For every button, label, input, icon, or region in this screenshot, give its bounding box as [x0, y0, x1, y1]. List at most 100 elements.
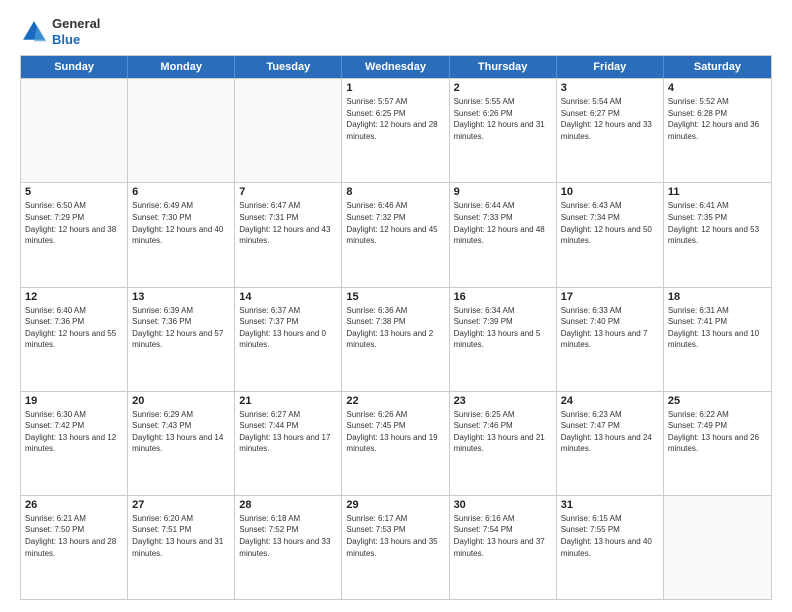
calendar-cell — [664, 496, 771, 599]
day-number: 11 — [668, 186, 767, 198]
calendar-cell — [235, 79, 342, 182]
day-info: Sunrise: 6:27 AMSunset: 7:44 PMDaylight:… — [239, 409, 337, 455]
calendar-cell: 10 Sunrise: 6:43 AMSunset: 7:34 PMDayligh… — [557, 183, 664, 286]
day-number: 18 — [668, 291, 767, 303]
day-number: 20 — [132, 395, 230, 407]
calendar-cell: 30Sunrise: 6:16 AMSunset: 7:54 PMDayligh… — [450, 496, 557, 599]
calendar-header: SundayMondayTuesdayWednesdayThursdayFrid… — [21, 56, 771, 78]
day-number: 10 — [561, 186, 659, 198]
calendar-row: 12 Sunrise: 6:40 AMSunset: 7:36 PMDayligh… — [21, 287, 771, 391]
calendar-cell: 20Sunrise: 6:29 AMSunset: 7:43 PMDayligh… — [128, 392, 235, 495]
day-info: Sunrise: 6:17 AMSunset: 7:53 PMDaylight:… — [346, 513, 444, 559]
day-info: Sunrise: 6:23 AMSunset: 7:47 PMDaylight:… — [561, 409, 659, 455]
day-number: 9 — [454, 186, 552, 198]
day-info: Sunrise: 6:16 AMSunset: 7:54 PMDaylight:… — [454, 513, 552, 559]
calendar-cell: 5Sunrise: 6:50 AMSunset: 7:29 PMDaylight… — [21, 183, 128, 286]
calendar-row: 5Sunrise: 6:50 AMSunset: 7:29 PMDaylight… — [21, 182, 771, 286]
calendar-cell: 31Sunrise: 6:15 AMSunset: 7:55 PMDayligh… — [557, 496, 664, 599]
calendar-cell: 7 Sunrise: 6:47 AMSunset: 7:31 PMDaylight… — [235, 183, 342, 286]
day-info: Sunrise: 6:25 AMSunset: 7:46 PMDaylight:… — [454, 409, 552, 455]
calendar-cell: 13 Sunrise: 6:39 AMSunset: 7:36 PMDayligh… — [128, 288, 235, 391]
day-info: Sunrise: 6:46 AMSunset: 7:32 PMDaylight:… — [346, 200, 444, 246]
day-info: Sunrise: 6:41 AMSunset: 7:35 PMDaylight:… — [668, 200, 767, 246]
day-info: Sunrise: 5:55 AMSunset: 6:26 PMDaylight:… — [454, 96, 552, 142]
weekday-header: Saturday — [664, 56, 771, 78]
calendar-cell: 28Sunrise: 6:18 AMSunset: 7:52 PMDayligh… — [235, 496, 342, 599]
calendar-cell: 17 Sunrise: 6:33 AMSunset: 7:40 PMDayligh… — [557, 288, 664, 391]
calendar-cell: 25 Sunrise: 6:22 AMSunset: 7:49 PMDayligh… — [664, 392, 771, 495]
calendar-cell: 18Sunrise: 6:31 AMSunset: 7:41 PMDayligh… — [664, 288, 771, 391]
calendar-cell: 3 Sunrise: 5:54 AMSunset: 6:27 PMDaylight… — [557, 79, 664, 182]
day-number: 21 — [239, 395, 337, 407]
day-info: Sunrise: 6:43 AMSunset: 7:34 PMDaylight:… — [561, 200, 659, 246]
calendar-cell: 9 Sunrise: 6:44 AMSunset: 7:33 PMDaylight… — [450, 183, 557, 286]
day-info: Sunrise: 6:47 AMSunset: 7:31 PMDaylight:… — [239, 200, 337, 246]
page: General Blue SundayMondayTuesdayWednesda… — [0, 0, 792, 612]
calendar-cell: 19Sunrise: 6:30 AMSunset: 7:42 PMDayligh… — [21, 392, 128, 495]
day-number: 29 — [346, 499, 444, 511]
day-info: Sunrise: 6:39 AMSunset: 7:36 PMDaylight:… — [132, 305, 230, 351]
calendar-row: 19Sunrise: 6:30 AMSunset: 7:42 PMDayligh… — [21, 391, 771, 495]
calendar-cell: 26Sunrise: 6:21 AMSunset: 7:50 PMDayligh… — [21, 496, 128, 599]
day-info: Sunrise: 6:22 AMSunset: 7:49 PMDaylight:… — [668, 409, 767, 455]
day-number: 6 — [132, 186, 230, 198]
calendar-cell: 11 Sunrise: 6:41 AMSunset: 7:35 PMDayligh… — [664, 183, 771, 286]
day-number: 31 — [561, 499, 659, 511]
day-number: 2 — [454, 82, 552, 94]
weekday-header: Wednesday — [342, 56, 449, 78]
logo-icon — [20, 18, 48, 46]
calendar-body: 1Sunrise: 5:57 AMSunset: 6:25 PMDaylight… — [21, 78, 771, 599]
day-number: 13 — [132, 291, 230, 303]
calendar-cell: 4 Sunrise: 5:52 AMSunset: 6:28 PMDaylight… — [664, 79, 771, 182]
day-number: 8 — [346, 186, 444, 198]
calendar: SundayMondayTuesdayWednesdayThursdayFrid… — [20, 55, 772, 600]
calendar-cell: 23 Sunrise: 6:25 AMSunset: 7:46 PMDayligh… — [450, 392, 557, 495]
day-info: Sunrise: 6:49 AMSunset: 7:30 PMDaylight:… — [132, 200, 230, 246]
day-info: Sunrise: 6:40 AMSunset: 7:36 PMDaylight:… — [25, 305, 123, 351]
calendar-cell: 2 Sunrise: 5:55 AMSunset: 6:26 PMDaylight… — [450, 79, 557, 182]
day-info: Sunrise: 6:26 AMSunset: 7:45 PMDaylight:… — [346, 409, 444, 455]
day-info: Sunrise: 6:33 AMSunset: 7:40 PMDaylight:… — [561, 305, 659, 351]
day-number: 4 — [668, 82, 767, 94]
weekday-header: Friday — [557, 56, 664, 78]
day-info: Sunrise: 5:54 AMSunset: 6:27 PMDaylight:… — [561, 96, 659, 142]
day-info: Sunrise: 5:52 AMSunset: 6:28 PMDaylight:… — [668, 96, 767, 142]
calendar-cell: 6 Sunrise: 6:49 AMSunset: 7:30 PMDaylight… — [128, 183, 235, 286]
calendar-cell: 22 Sunrise: 6:26 AMSunset: 7:45 PMDayligh… — [342, 392, 449, 495]
day-number: 14 — [239, 291, 337, 303]
day-number: 22 — [346, 395, 444, 407]
calendar-cell: 16Sunrise: 6:34 AMSunset: 7:39 PMDayligh… — [450, 288, 557, 391]
calendar-cell: 27 Sunrise: 6:20 AMSunset: 7:51 PMDayligh… — [128, 496, 235, 599]
logo: General Blue — [20, 16, 100, 47]
day-number: 16 — [454, 291, 552, 303]
calendar-cell: 14Sunrise: 6:37 AMSunset: 7:37 PMDayligh… — [235, 288, 342, 391]
logo-text: General Blue — [52, 16, 100, 47]
weekday-header: Thursday — [450, 56, 557, 78]
calendar-cell — [128, 79, 235, 182]
day-number: 27 — [132, 499, 230, 511]
day-info: Sunrise: 5:57 AMSunset: 6:25 PMDaylight:… — [346, 96, 444, 142]
day-info: Sunrise: 6:20 AMSunset: 7:51 PMDaylight:… — [132, 513, 230, 559]
day-number: 25 — [668, 395, 767, 407]
calendar-cell: 8 Sunrise: 6:46 AMSunset: 7:32 PMDaylight… — [342, 183, 449, 286]
calendar-cell — [21, 79, 128, 182]
day-number: 24 — [561, 395, 659, 407]
weekday-header: Sunday — [21, 56, 128, 78]
weekday-header: Monday — [128, 56, 235, 78]
day-number: 5 — [25, 186, 123, 198]
day-number: 28 — [239, 499, 337, 511]
calendar-cell: 21 Sunrise: 6:27 AMSunset: 7:44 PMDayligh… — [235, 392, 342, 495]
day-info: Sunrise: 6:44 AMSunset: 7:33 PMDaylight:… — [454, 200, 552, 246]
day-number: 17 — [561, 291, 659, 303]
day-number: 7 — [239, 186, 337, 198]
day-number: 3 — [561, 82, 659, 94]
calendar-cell: 1Sunrise: 5:57 AMSunset: 6:25 PMDaylight… — [342, 79, 449, 182]
calendar-row: 26Sunrise: 6:21 AMSunset: 7:50 PMDayligh… — [21, 495, 771, 599]
day-info: Sunrise: 6:36 AMSunset: 7:38 PMDaylight:… — [346, 305, 444, 351]
day-number: 23 — [454, 395, 552, 407]
day-number: 12 — [25, 291, 123, 303]
day-number: 26 — [25, 499, 123, 511]
header: General Blue — [20, 16, 772, 47]
weekday-header: Tuesday — [235, 56, 342, 78]
day-number: 19 — [25, 395, 123, 407]
